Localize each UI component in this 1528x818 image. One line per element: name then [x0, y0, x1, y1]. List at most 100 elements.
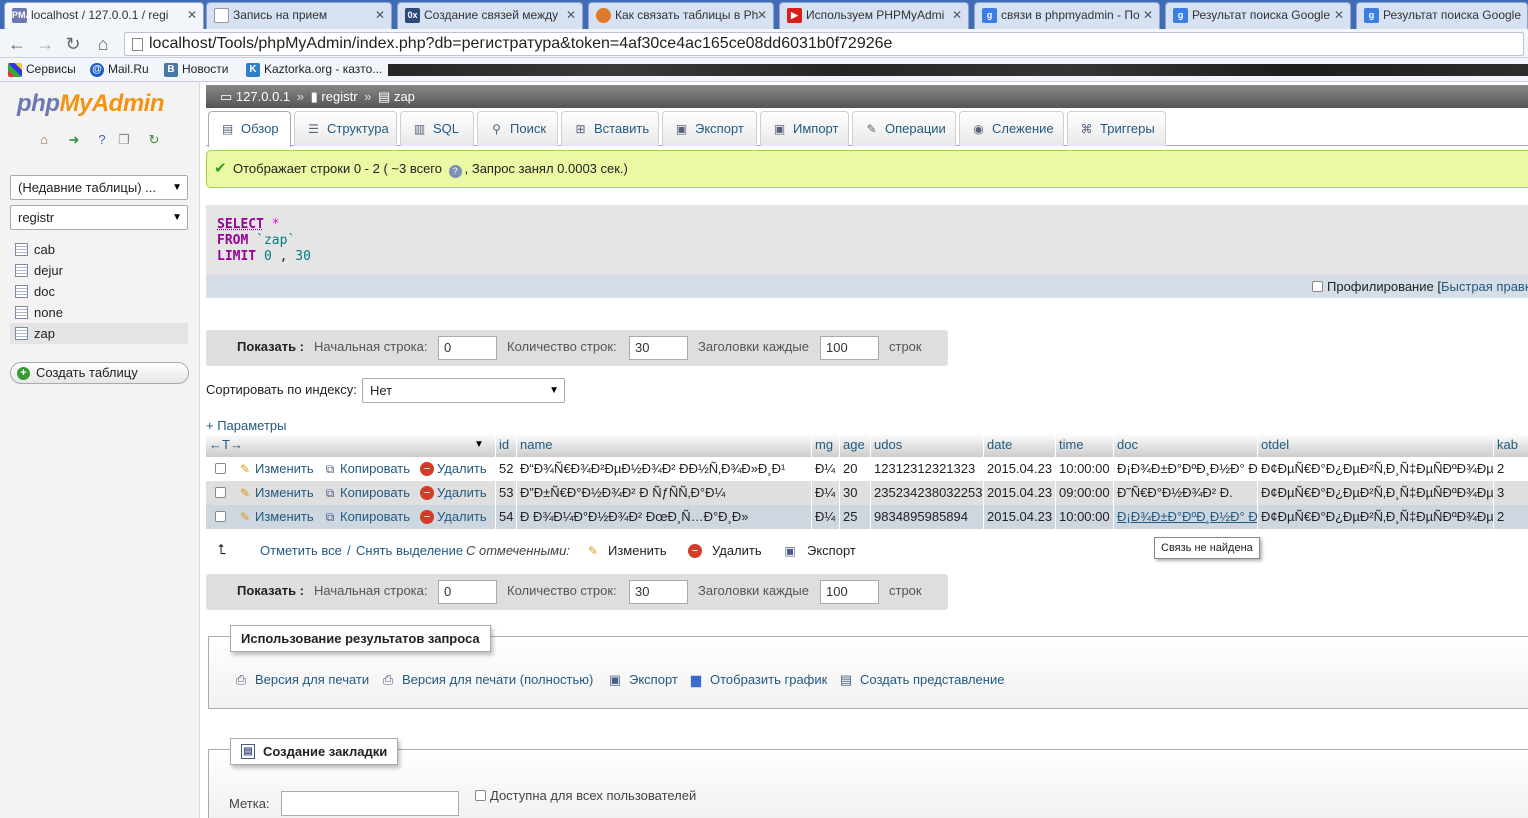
- database-select[interactable]: registr ▼: [10, 205, 188, 230]
- tab-triggers[interactable]: ⌘ Триггеры: [1067, 111, 1166, 146]
- row-count-input[interactable]: 30: [629, 336, 688, 360]
- bookmark-mailru[interactable]: @ Mail.Ru: [88, 58, 149, 81]
- print-view-full-link[interactable]: ⎙ Версия для печати (полностью): [380, 671, 594, 689]
- cell-date[interactable]: 2015.04.23: [983, 481, 1055, 505]
- start-row-input[interactable]: 0: [438, 580, 497, 604]
- column-header-udos[interactable]: udos: [870, 433, 983, 457]
- column-arrows-control[interactable]: ←T→: [206, 433, 288, 457]
- column-header-age[interactable]: age: [839, 433, 870, 457]
- cell-age[interactable]: 25: [839, 505, 870, 529]
- help-icon[interactable]: ?: [448, 165, 462, 178]
- tab-structure[interactable]: ☰ Структура: [294, 111, 397, 146]
- row-checkbox[interactable]: [215, 511, 226, 522]
- tab-insert[interactable]: ⊞ Вставить: [561, 111, 659, 146]
- bulk-edit-button[interactable]: ✎ Изменить: [586, 540, 667, 562]
- cell-time[interactable]: 10:00:00: [1055, 505, 1113, 529]
- delete-row-button[interactable]: – Удалить: [420, 481, 487, 505]
- bookmark-public-checkbox[interactable]: [475, 790, 486, 801]
- bookmark-news[interactable]: B Новости: [162, 58, 228, 81]
- cell-age[interactable]: 30: [839, 481, 870, 505]
- copy-row-button[interactable]: ⧉ Копировать: [323, 505, 410, 529]
- column-header-doc[interactable]: doc: [1113, 433, 1257, 457]
- headers-every-input[interactable]: 100: [820, 580, 879, 604]
- close-icon[interactable]: ✕: [757, 3, 767, 28]
- browser-tab[interactable]: ▶ Используем PHPMyAdmi ✕: [779, 2, 969, 29]
- sql-query-box[interactable]: SELECT * FROM `zap` LIMIT 0 , 30: [206, 205, 1528, 275]
- cell-id[interactable]: 54: [495, 505, 516, 529]
- tab-import[interactable]: ▣ Импорт: [760, 111, 849, 146]
- quick-edit-link[interactable]: Быстрая правка: [1441, 279, 1528, 294]
- edit-row-button[interactable]: ✎ Изменить: [238, 481, 314, 505]
- close-icon[interactable]: ✕: [1334, 3, 1344, 28]
- sidebar-table-zap[interactable]: zap: [10, 323, 188, 344]
- reload-icon[interactable]: ↻: [146, 132, 162, 148]
- phpmyadmin-logo[interactable]: phpMyAdmin: [17, 90, 164, 118]
- tab-operations[interactable]: ✎ Операции: [852, 111, 956, 146]
- home-icon[interactable]: ⌂: [92, 33, 114, 55]
- cell-id[interactable]: 52: [495, 457, 516, 481]
- cell-id[interactable]: 53: [495, 481, 516, 505]
- address-bar[interactable]: localhost/Tools/phpMyAdmin/index.php?db=…: [124, 32, 1524, 56]
- column-header-name[interactable]: name: [516, 433, 811, 457]
- breadcrumb-database[interactable]: registr: [321, 89, 357, 104]
- edit-row-button[interactable]: ✎ Изменить: [238, 505, 314, 529]
- browser-tab[interactable]: g связи в phpmyadmin - По ✕: [974, 2, 1160, 29]
- bookmark-kaztorka[interactable]: K Kaztorka.org - казто...: [244, 58, 382, 81]
- show-button[interactable]: Показать :: [237, 330, 304, 364]
- cell-doc[interactable]: Ð˜Ñ€Ð°Ð½Ð¾Ð² Ð.: [1113, 481, 1257, 505]
- help-icon[interactable]: ?: [94, 132, 110, 148]
- options-link[interactable]: + Параметры: [206, 418, 287, 433]
- tab-browse[interactable]: ▤ Обзор: [208, 111, 291, 147]
- cell-kab[interactable]: 2: [1493, 505, 1528, 529]
- cell-date[interactable]: 2015.04.23: [983, 457, 1055, 481]
- browser-tab[interactable]: 0x Создание связей между ✕: [397, 2, 583, 29]
- copy-row-button[interactable]: ⧉ Копировать: [323, 481, 410, 505]
- close-icon[interactable]: ✕: [952, 3, 962, 28]
- display-chart-link[interactable]: ▆ Отобразить график: [688, 671, 827, 689]
- sort-index-select[interactable]: Нет ▼: [362, 378, 565, 403]
- start-row-input[interactable]: 0: [438, 336, 497, 360]
- breadcrumb-table[interactable]: zap: [394, 89, 415, 104]
- cell-udos[interactable]: 9834895985894: [870, 505, 983, 529]
- column-header-time[interactable]: time: [1055, 433, 1113, 457]
- browser-tab[interactable]: Как связать таблицы в Ph ✕: [588, 2, 774, 29]
- delete-row-button[interactable]: – Удалить: [420, 457, 487, 481]
- browser-tab-active[interactable]: PMA localhost / 127.0.0.1 / regi ✕: [4, 2, 204, 29]
- logout-icon[interactable]: ➜: [66, 132, 82, 148]
- back-arrow-icon[interactable]: ←: [6, 33, 28, 55]
- sidebar-table-doc[interactable]: doc: [10, 281, 188, 302]
- cell-date[interactable]: 2015.04.23: [983, 505, 1055, 529]
- cell-otdel[interactable]: Ð¢ÐµÑ€Ð°Ð¿ÐµÐ²Ñ‚Ð¸Ñ‡ÐµÑÐºÐ¾Ðµ: [1257, 481, 1493, 505]
- home-icon[interactable]: ⌂: [36, 132, 52, 148]
- headers-every-input[interactable]: 100: [820, 336, 879, 360]
- cell-name[interactable]: Ð Ð¾Ð¼Ð°Ð½Ð¾Ð² ÐœÐ¸Ñ…Ð°Ð¸Ð»: [516, 505, 811, 529]
- bulk-delete-button[interactable]: – Удалить: [688, 540, 762, 562]
- cell-udos[interactable]: 12312312321323: [870, 457, 983, 481]
- sidebar-table-dejur[interactable]: dejur: [10, 260, 188, 281]
- column-header-mg[interactable]: mg: [811, 433, 839, 457]
- delete-row-button[interactable]: – Удалить: [420, 505, 487, 529]
- bookmark-services[interactable]: Сервисы: [6, 58, 76, 81]
- column-header-date[interactable]: date: [983, 433, 1055, 457]
- cell-udos[interactable]: 235234238032253: [870, 481, 983, 505]
- column-header-otdel[interactable]: otdel: [1257, 433, 1493, 457]
- copy-row-button[interactable]: ⧉ Копировать: [323, 457, 410, 481]
- cell-doc-link[interactable]: Ð¡Ð¾Ð±Ð°ÐºÐ¸Ð½Ð° Ð˜.: [1113, 505, 1257, 529]
- row-checkbox[interactable]: [215, 463, 226, 474]
- browser-tab[interactable]: g Результат поиска Google: [1356, 2, 1528, 29]
- bookmark-label-input[interactable]: [281, 791, 459, 816]
- cell-mg[interactable]: Ð¼: [811, 457, 839, 481]
- cell-mg[interactable]: Ð¼: [811, 505, 839, 529]
- column-header-kab[interactable]: kab: [1493, 433, 1528, 457]
- show-button[interactable]: Показать :: [237, 574, 304, 608]
- cell-kab[interactable]: 3: [1493, 481, 1528, 505]
- cell-mg[interactable]: Ð¼: [811, 481, 839, 505]
- bulk-export-button[interactable]: ▣ Экспорт: [783, 540, 856, 562]
- row-count-input[interactable]: 30: [629, 580, 688, 604]
- browser-tab[interactable]: Запись на прием ✕: [206, 2, 392, 29]
- cell-age[interactable]: 20: [839, 457, 870, 481]
- recent-tables-select[interactable]: (Недавние таблицы) ... ▼: [10, 175, 188, 200]
- edit-row-button[interactable]: ✎ Изменить: [238, 457, 314, 481]
- sidebar-table-cab[interactable]: cab: [10, 239, 188, 260]
- create-table-button[interactable]: + Создать таблицу: [10, 362, 189, 384]
